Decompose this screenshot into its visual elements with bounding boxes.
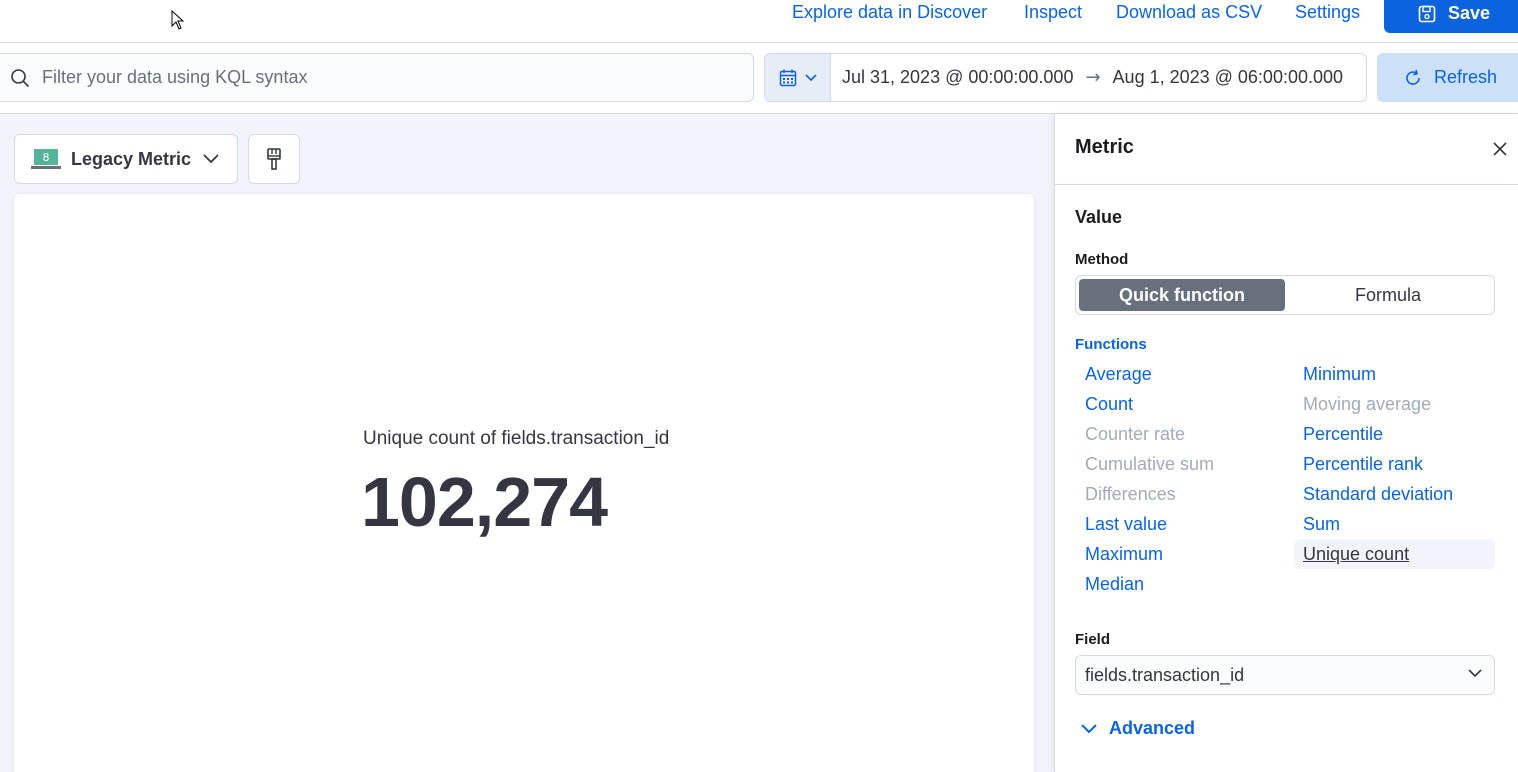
chevron-down-icon (1468, 669, 1482, 678)
function-sum[interactable]: Sum (1303, 509, 1340, 539)
advanced-toggle[interactable]: Advanced (1081, 718, 1195, 739)
style-options-button[interactable] (248, 134, 300, 184)
legacy-metric-icon: 8 (31, 149, 61, 169)
svg-text:8: 8 (43, 151, 50, 164)
function-median[interactable]: Median (1085, 569, 1144, 599)
function-percentile-rank[interactable]: Percentile rank (1303, 449, 1423, 479)
function-maximum[interactable]: Maximum (1085, 539, 1163, 569)
chevron-down-icon (203, 154, 219, 164)
flyout-header: Metric (1055, 114, 1518, 185)
save-icon (1418, 5, 1436, 22)
kql-search-input[interactable] (42, 67, 692, 88)
explore-discover-link[interactable]: Explore data in Discover (792, 2, 987, 23)
chevron-down-icon (804, 73, 817, 81)
refresh-icon (1406, 69, 1420, 85)
kql-search-bar[interactable] (0, 53, 754, 102)
function-counter-rate: Counter rate (1085, 424, 1186, 444)
field-select[interactable]: fields.transaction_id (1075, 655, 1495, 695)
metric-value: 102,274 (361, 463, 608, 541)
refresh-button[interactable]: Refresh (1377, 53, 1518, 102)
date-end[interactable]: Aug 1, 2023 @ 06:00:00.000 (1113, 67, 1343, 88)
mouse-cursor-icon (171, 10, 185, 30)
save-button[interactable]: Save (1384, 0, 1518, 33)
quick-date-menu-button[interactable] (765, 54, 831, 101)
chevron-down-icon (1081, 723, 1097, 733)
top-nav-bar: Explore data in Discover Inspect Downloa… (0, 0, 1518, 43)
save-button-label: Save (1448, 3, 1491, 23)
arrow-right-icon: → (1085, 67, 1101, 88)
quick-function-tab[interactable]: Quick function (1079, 279, 1285, 311)
calendar-icon (779, 69, 796, 86)
function-average[interactable]: Average (1085, 359, 1152, 389)
visualization-type-switcher[interactable]: 8 Legacy Metric (14, 134, 238, 184)
value-section-title: Value (1075, 207, 1123, 227)
formula-tab[interactable]: Formula (1285, 279, 1491, 311)
download-csv-link[interactable]: Download as CSV (1116, 2, 1262, 23)
dimension-editor-flyout: Metric Value Method Quick function Formu… (1054, 114, 1518, 772)
functions-label: Functions (1075, 336, 1147, 353)
function-moving-average: Moving average (1303, 394, 1432, 414)
visualization-type-label: Legacy Metric (71, 148, 192, 169)
close-icon[interactable] (1491, 140, 1509, 158)
function-differences: Differences (1085, 484, 1176, 504)
search-icon (11, 68, 30, 87)
method-label: Method (1075, 251, 1129, 268)
date-start[interactable]: Jul 31, 2023 @ 00:00:00.000 (842, 67, 1073, 88)
function-last-value[interactable]: Last value (1085, 509, 1167, 539)
flyout-title: Metric (1075, 136, 1134, 158)
refresh-label: Refresh (1434, 67, 1498, 87)
function-standard-deviation[interactable]: Standard deviation (1303, 479, 1453, 509)
metric-title: Unique count of fields.transaction_id (363, 428, 670, 449)
method-toggle-group: Quick function Formula (1075, 275, 1495, 315)
paintbrush-icon (267, 148, 281, 170)
date-range-picker: Jul 31, 2023 @ 00:00:00.000 → Aug 1, 202… (764, 53, 1367, 102)
function-unique-count[interactable]: Unique count (1294, 539, 1495, 569)
function-percentile[interactable]: Percentile (1303, 419, 1383, 449)
settings-link[interactable]: Settings (1295, 2, 1360, 23)
visualization-canvas: Unique count of fields.transaction_id 10… (14, 194, 1034, 772)
field-label: Field (1075, 631, 1111, 648)
function-count[interactable]: Count (1085, 389, 1133, 419)
function-minimum[interactable]: Minimum (1303, 359, 1376, 389)
function-cumulative-sum: Cumulative sum (1085, 454, 1215, 474)
field-select-value: fields.transaction_id (1085, 664, 1245, 685)
advanced-label: Advanced (1109, 718, 1196, 738)
inspect-link[interactable]: Inspect (1024, 2, 1082, 23)
query-bar: Jul 31, 2023 @ 00:00:00.000 → Aug 1, 202… (0, 43, 1518, 114)
